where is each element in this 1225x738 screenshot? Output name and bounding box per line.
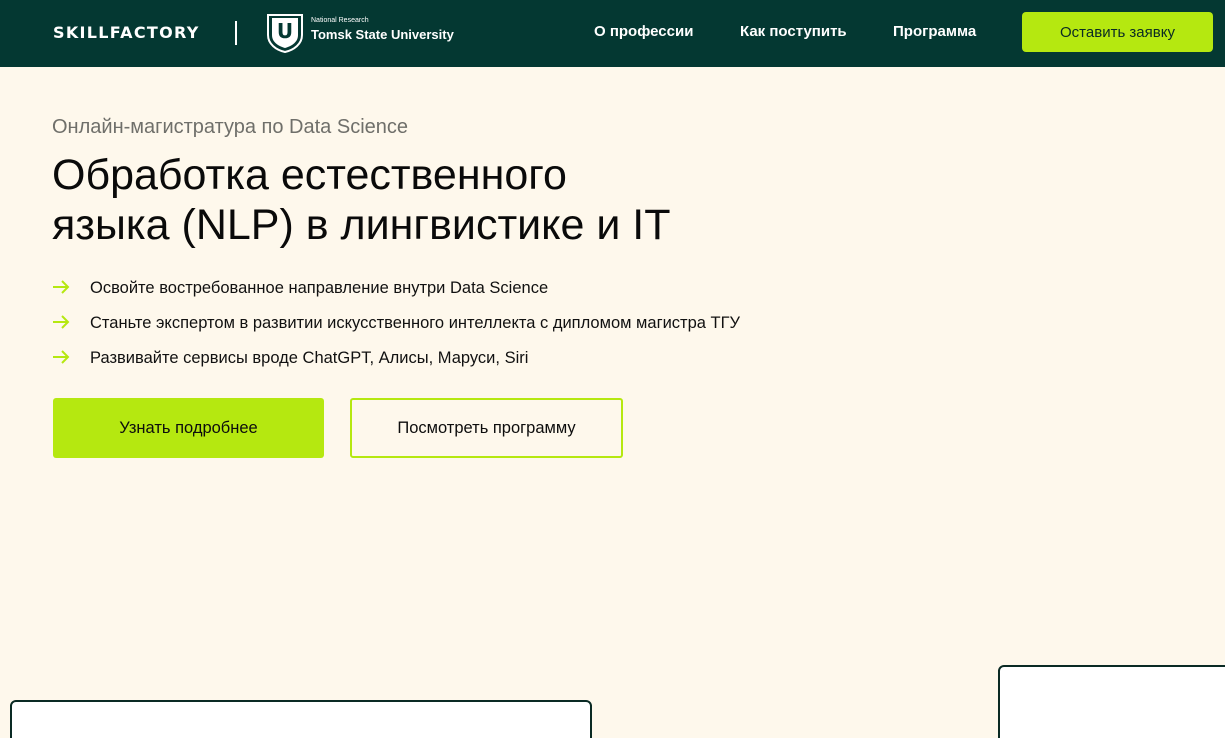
learn-more-button[interactable]: Узнать подробнее [53, 398, 324, 458]
partner-subtitle: National Research [311, 17, 369, 24]
hero-eyebrow: Онлайн-магистратура по Data Science [52, 116, 409, 138]
partner-name[interactable]: Tomsk State University [311, 27, 454, 43]
skillfactory-logo[interactable]: SKILLFACTORY [53, 23, 200, 43]
nav-how-to-apply[interactable]: Как поступить [740, 23, 847, 41]
view-program-button[interactable]: Посмотреть программу [350, 398, 623, 458]
hero-title-line-1: Обработка естественного [52, 151, 567, 199]
nav-about-profession[interactable]: О профессии [594, 23, 693, 41]
hero-title: Обработка естественного языка (NLP) в ли… [52, 150, 872, 250]
hero-title-line-2: языка (NLP) в лингвистике и IT [52, 201, 671, 249]
tsu-logo-letter: U [277, 19, 293, 43]
benefit-item: Освойте востребованное направление внутр… [52, 277, 548, 312]
nav-program[interactable]: Программа [893, 23, 976, 41]
info-card-left [10, 700, 592, 738]
arrow-right-icon [53, 350, 70, 364]
leave-request-button[interactable]: Оставить заявку [1022, 12, 1213, 52]
benefit-text: Станьте экспертом в развитии искусственн… [90, 314, 741, 332]
logo-divider [235, 21, 237, 45]
tsu-shield-icon[interactable]: U [266, 11, 304, 53]
benefit-text: Освойте востребованное направление внутр… [90, 279, 549, 297]
benefit-text: Развивайте сервисы вроде ChatGPT, Алисы,… [90, 349, 529, 367]
benefit-item: Развивайте сервисы вроде ChatGPT, Алисы,… [52, 347, 528, 382]
info-card-right [998, 665, 1225, 738]
site-header: SKILLFACTORY U National Research Tomsk S… [0, 0, 1225, 67]
arrow-right-icon [53, 315, 70, 329]
benefits-list: Освойте востребованное направление внутр… [52, 277, 740, 382]
benefit-item: Станьте экспертом в развитии искусственн… [52, 312, 740, 347]
arrow-right-icon [53, 280, 70, 294]
